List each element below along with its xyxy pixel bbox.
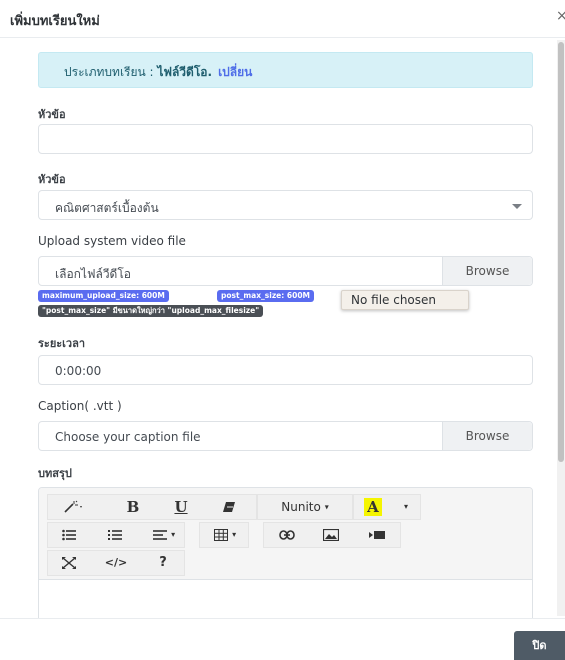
color-button[interactable]: A xyxy=(362,495,384,519)
duration-label: ระยะเวลา xyxy=(38,337,86,350)
chevron-down-icon: ▾ xyxy=(403,502,408,511)
lesson-type-alert: ประเภทบทเรียน : ไฟล์วีดีโอ. เปลี่ยน xyxy=(38,52,533,88)
color-dropdown[interactable]: ▾ xyxy=(396,495,416,519)
summary-editor: B U Nunito ▾ A ▾ ▾ ▾ </> ? xyxy=(38,487,533,622)
ordered-list-icon[interactable] xyxy=(100,523,130,547)
font-group: Nunito ▾ xyxy=(257,494,353,520)
video-label: Upload system video file xyxy=(38,234,186,248)
lesson-type: ไฟล์วีดีโอ. xyxy=(157,65,213,79)
unordered-list-icon[interactable] xyxy=(54,523,84,547)
scrollbar-thumb[interactable] xyxy=(558,42,564,462)
insert-group xyxy=(263,522,401,548)
magic-wand-icon[interactable] xyxy=(52,495,96,519)
chevron-down-icon xyxy=(512,204,522,209)
eraser-icon[interactable] xyxy=(214,495,244,519)
view-group: </> ? xyxy=(47,550,185,576)
title-input[interactable] xyxy=(38,124,533,154)
list-group: ▾ xyxy=(47,522,185,548)
section-select[interactable]: คณิตศาสตร์เบื้องต้น xyxy=(38,190,533,220)
summary-label: บทสรุป xyxy=(38,467,72,480)
modal-footer: ปิด xyxy=(0,618,565,660)
chevron-down-icon: ▾ xyxy=(324,502,329,512)
caption-placeholder: Choose your caption file xyxy=(55,430,201,444)
scrollbar[interactable] xyxy=(557,40,565,616)
video-placeholder: เลือกไฟล์วีดีโอ xyxy=(55,267,131,281)
caption-browse-button[interactable]: Browse xyxy=(442,422,532,450)
font-name-dropdown[interactable]: Nunito ▾ xyxy=(258,495,352,519)
chevron-down-icon: ▾ xyxy=(171,530,176,539)
alert-prefix: ประเภทบทเรียน : xyxy=(64,65,158,79)
no-file-tooltip: No file chosen xyxy=(341,290,469,310)
badge-upload-size: maximum_upload_size: 600M xyxy=(38,290,169,302)
video-browse-button[interactable]: Browse xyxy=(442,257,532,285)
section-selected: คณิตศาสตร์เบื้องต้น xyxy=(55,201,159,215)
modal-header: เพิ่มบทเรียนใหม่ × xyxy=(0,0,565,38)
title-label: หัวข้อ xyxy=(38,108,66,121)
caption-label: Caption( .vtt ) xyxy=(38,399,122,413)
help-button[interactable]: ? xyxy=(148,551,178,575)
video-icon[interactable] xyxy=(362,523,392,547)
duration-value: 0:00:00 xyxy=(55,364,102,378)
font-name-value: Nunito xyxy=(281,500,321,514)
align-icon[interactable]: ▾ xyxy=(144,523,184,547)
fullscreen-icon[interactable] xyxy=(54,551,84,575)
bold-button[interactable]: B xyxy=(118,495,148,519)
style-group: B U xyxy=(47,494,257,520)
caption-file-input[interactable]: Choose your caption file Browse xyxy=(38,421,533,451)
color-group: A ▾ xyxy=(353,494,421,520)
video-file-input[interactable]: เลือกไฟล์วีดีโอ Browse xyxy=(38,256,533,286)
badge-post-size: post_max_size: 600M xyxy=(217,290,315,302)
link-icon[interactable] xyxy=(272,523,302,547)
badge-size-note: "post_max_size" มีขนาดใหญ่กว่า "upload_m… xyxy=(38,305,264,317)
chevron-down-icon: ▾ xyxy=(232,530,237,539)
section-label: หัวข้อ xyxy=(38,173,66,186)
editor-toolbar: B U Nunito ▾ A ▾ ▾ ▾ </> ? xyxy=(39,488,532,580)
underline-button[interactable]: U xyxy=(166,495,196,519)
font-color-letter: A xyxy=(364,498,382,516)
alert-text: ประเภทบทเรียน : ไฟล์วีดีโอ. เปลี่ยน xyxy=(64,63,252,82)
close-icon[interactable]: × xyxy=(556,8,565,24)
picture-icon[interactable] xyxy=(316,523,346,547)
table-icon[interactable]: ▾ xyxy=(204,523,246,547)
modal-title: เพิ่มบทเรียนใหม่ xyxy=(10,14,100,29)
table-group: ▾ xyxy=(199,522,249,548)
duration-input[interactable]: 0:00:00 xyxy=(38,355,533,385)
close-button[interactable]: ปิด xyxy=(514,631,565,660)
change-type-link[interactable]: เปลี่ยน xyxy=(218,65,252,79)
codeview-button[interactable]: </> xyxy=(98,551,134,575)
editor-content-area[interactable] xyxy=(39,580,532,621)
